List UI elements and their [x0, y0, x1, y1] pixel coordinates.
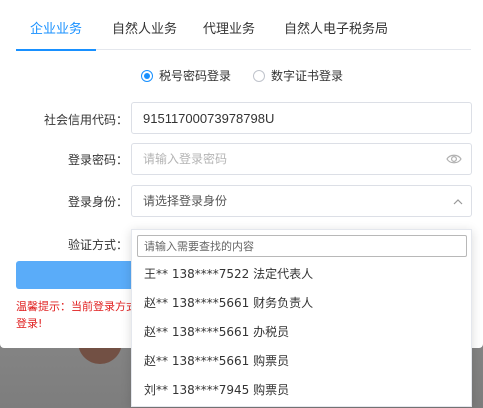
verify-method-dropdown: 王** 138****7522 法定代表人 赵** 138****5661 财务…	[131, 229, 472, 407]
tab-individual[interactable]: 自然人业务	[112, 12, 177, 50]
identity-select[interactable]: 请选择登录身份	[131, 185, 472, 217]
business-tabs: 企业业务 自然人业务 代理业务 自然人电子税务局	[16, 12, 471, 51]
radio-checked-icon	[141, 69, 153, 82]
chevron-down-icon	[453, 199, 463, 205]
credit-code-input[interactable]	[131, 102, 472, 134]
credit-code-label: 社会信用代码：	[43, 113, 128, 127]
radio-digital-certificate[interactable]: 数字证书登录	[253, 67, 343, 84]
password-label: 登录密码：	[67, 153, 128, 167]
dropdown-search-input[interactable]	[137, 235, 467, 257]
radio-unchecked-icon	[253, 69, 265, 82]
dropdown-option[interactable]: 赵** 138****5661 办税员	[132, 318, 471, 347]
tab-enterprise[interactable]: 企业业务	[16, 12, 96, 51]
dropdown-option[interactable]: 刘** 138****7945 购票员	[132, 376, 471, 405]
radio-tax-id-password[interactable]: 税号密码登录	[141, 67, 231, 84]
dropdown-option[interactable]: 王** 138****7522 法定代表人	[132, 260, 471, 289]
tab-agency[interactable]: 代理业务	[203, 12, 255, 50]
dropdown-option[interactable]: 赵** 138****5661 购票员	[132, 347, 471, 376]
tab-individual-etax[interactable]: 自然人电子税务局	[284, 12, 388, 50]
radio-label: 数字证书登录	[271, 69, 344, 83]
dropdown-option[interactable]: 赵** 138****5661 财务负责人	[132, 289, 471, 318]
eye-icon[interactable]	[446, 153, 462, 165]
verify-method-label: 验证方式：	[67, 238, 128, 252]
password-input[interactable]	[131, 143, 472, 175]
warm-tip: 温馨提示：当前登录方式登录!	[16, 300, 137, 330]
identity-label: 登录身份：	[67, 195, 128, 209]
radio-label: 税号密码登录	[159, 69, 232, 83]
